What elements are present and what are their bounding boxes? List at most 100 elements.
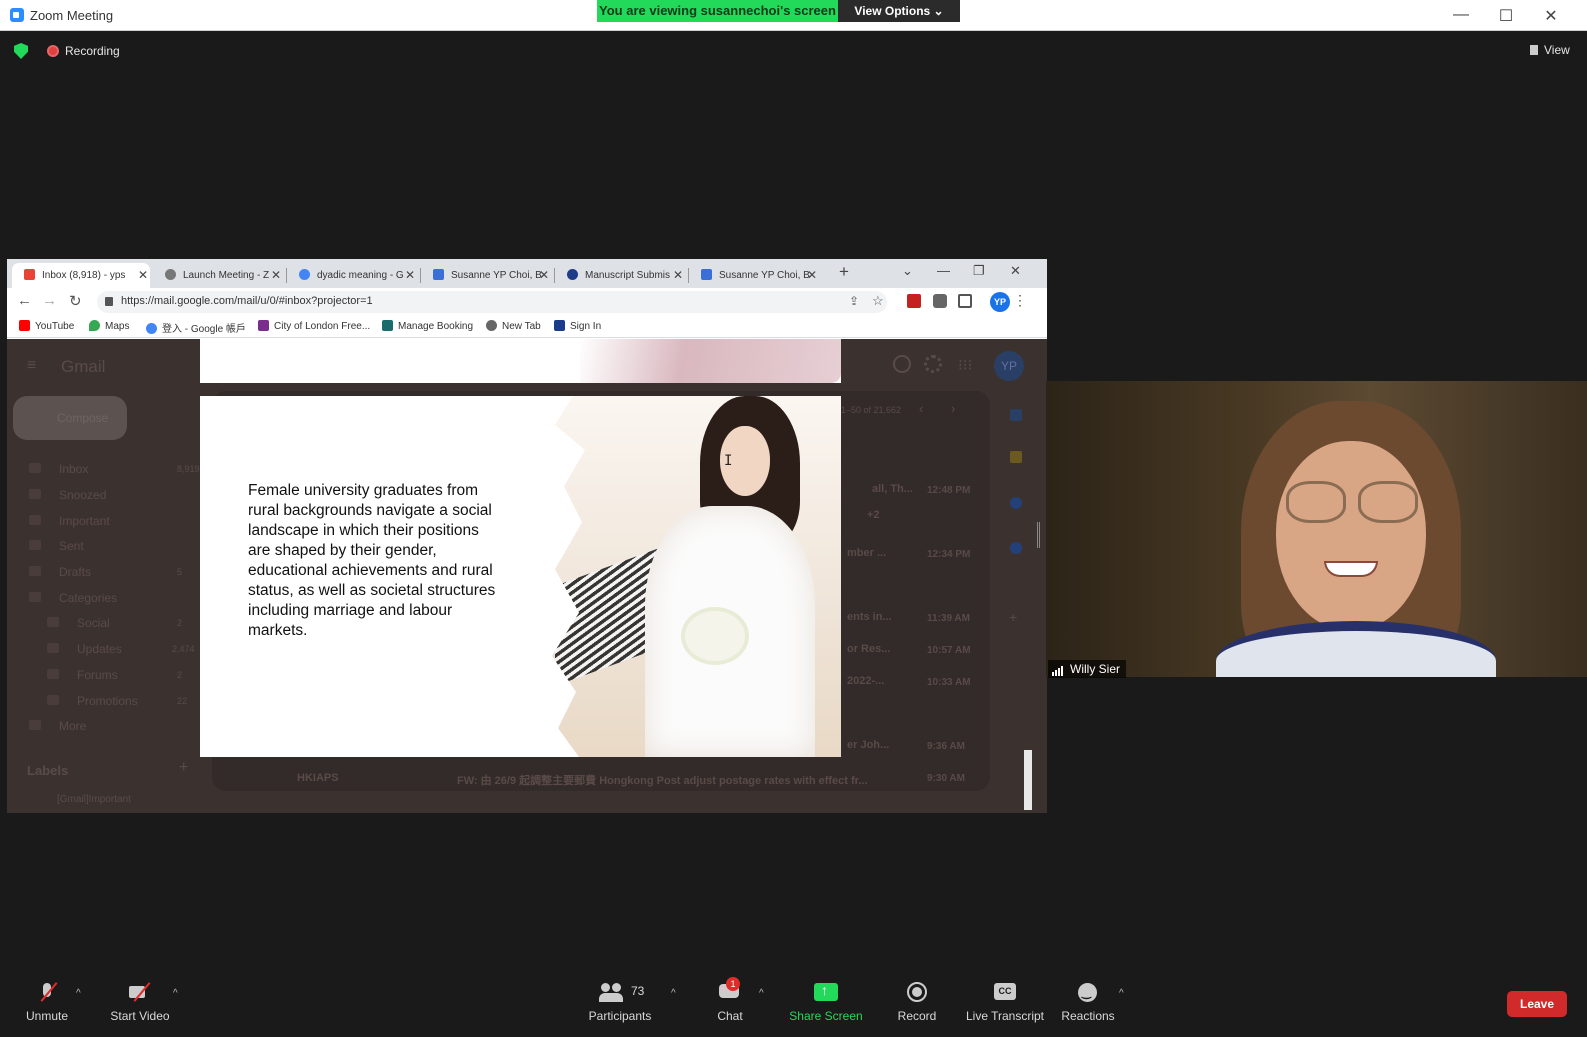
bookmark-youtube[interactable]: YouTube [19,320,74,332]
gmail-nav-inbox[interactable]: Inbox [29,462,88,476]
browser-tab-manuscript[interactable]: Manuscript Submis ✕ [557,263,685,288]
side-panel-icon[interactable] [958,294,972,308]
browser-tab-susanne-1[interactable]: Susanne YP Choi, B ✕ [423,263,551,288]
tab-label: Susanne YP Choi, B [451,270,542,281]
participants-button[interactable]: Participants [585,981,655,1023]
browser-restore-icon[interactable]: ❐ [973,263,985,279]
settings-gear-icon[interactable] [924,355,942,373]
label-icon [29,592,41,602]
gmail-nav-important[interactable]: Important [29,514,110,528]
browser-tab-susanne-2[interactable]: Susanne YP Choi, B ✕ [691,263,819,288]
maximize-icon[interactable]: ☐ [1491,6,1521,26]
contacts-sidepanel-icon[interactable] [1010,542,1022,554]
forward-arrow-icon[interactable]: → [42,292,57,309]
compose-button[interactable]: Compose [13,396,127,440]
leave-button[interactable]: Leave [1507,991,1567,1017]
browser-close-icon[interactable]: ✕ [1010,263,1021,279]
bookmark-star-icon[interactable]: ☆ [872,293,884,309]
prev-page-icon[interactable]: ‹ [919,401,923,416]
gmail-nav-forums[interactable]: Forums [47,668,118,682]
participants-caret-icon[interactable]: ^ [671,988,676,999]
calendar-sidepanel-icon[interactable] [1010,409,1022,421]
acrobat-extension-icon[interactable] [907,294,921,308]
lock-icon [105,297,113,306]
browser-tab-inbox[interactable]: Inbox (8,918) - yps ✕ [12,263,150,288]
tab-close-icon[interactable]: ✕ [539,263,549,288]
apps-grid-icon[interactable]: ⁝⁝⁝ [958,356,972,374]
gmail-nav-social[interactable]: Social [47,616,110,630]
tasks-sidepanel-icon[interactable] [1010,497,1022,509]
window-title: Zoom Meeting [30,8,114,23]
minimize-icon[interactable]: — [1446,6,1476,24]
share-screen-label: Share Screen [789,1009,863,1023]
reactions-caret-icon[interactable]: ^ [1119,988,1124,999]
view-splitter-handle[interactable] [1037,522,1040,548]
browser-tab-dyadic[interactable]: dyadic meaning - G ✕ [289,263,417,288]
gmail-nav-more[interactable]: More [29,719,86,733]
back-arrow-icon[interactable]: ← [17,292,32,309]
participant-video[interactable] [1046,381,1587,677]
gmail-account-avatar[interactable]: YP [994,351,1024,381]
security-shield-icon[interactable] [14,43,28,59]
gmail-nav-updates[interactable]: Updates [47,642,122,656]
nav-label: Social [77,616,110,630]
chrome-menu-icon[interactable]: ⋮ [1013,292,1027,309]
tab-search-chevron-icon[interactable]: ⌄ [902,263,913,279]
new-tab-plus-icon[interactable]: + [839,262,849,282]
view-options-button[interactable]: View Options ⌄ [838,0,960,22]
bookmark-google-account[interactable]: 登入 - Google 帳戶 [146,320,246,335]
nav-count: 22 [177,696,188,706]
viewing-banner: You are viewing susannechoi's screen [597,0,838,22]
bookmark-sign-in[interactable]: Sign In [554,320,601,332]
bookmark-new-tab[interactable]: New Tab [486,320,541,332]
browser-tab-launch-meeting[interactable]: Launch Meeting - Z ✕ [155,263,283,288]
gmail-nav-sent[interactable]: Sent [29,539,84,553]
gmail-nav-snoozed[interactable]: Snoozed [29,488,106,502]
browser-minimize-icon[interactable]: — [937,263,950,278]
snippet: all, Th... [872,483,913,495]
bookmark-city-of-london[interactable]: City of London Free... [258,320,370,332]
tab-close-icon[interactable]: ✕ [807,263,817,288]
share-screen-button[interactable]: Share Screen [787,981,865,1023]
reload-icon[interactable]: ↻ [69,292,82,310]
browser-scrollbar[interactable] [1024,750,1032,810]
address-bar[interactable]: https://mail.google.com/mail/u/0/#inbox?… [97,291,887,313]
help-icon[interactable] [893,355,911,373]
next-page-icon[interactable]: › [951,401,955,416]
unmute-button[interactable]: Unmute [22,981,72,1023]
tab-close-icon[interactable]: ✕ [405,263,415,288]
gmail-nav-promotions[interactable]: Promotions [47,694,138,708]
bookmark-manage-booking[interactable]: Manage Booking [382,320,473,332]
hamburger-menu-icon[interactable]: ≡ [27,357,36,375]
reactions-label: Reactions [1061,1009,1115,1023]
live-transcript-button[interactable]: Live Transcript [961,981,1049,1023]
record-button[interactable]: Record [893,981,941,1023]
sign-in-icon [554,320,565,331]
share-page-icon[interactable]: ⇪ [849,294,859,308]
video-face [1276,441,1426,631]
audio-options-caret-icon[interactable]: ^ [76,988,81,999]
label-item[interactable]: [Gmail]Important [57,794,131,805]
dropbox-icon [433,269,444,280]
keep-sidepanel-icon[interactable] [1010,451,1022,463]
chat-caret-icon[interactable]: ^ [759,988,764,999]
email-subject[interactable]: FW: 由 26/9 起調整主要郵費 Hongkong Post adjust … [457,772,868,788]
email-time: 11:39 AM [927,613,970,624]
email-sender[interactable]: HKIAPS [297,772,339,784]
tab-close-icon[interactable]: ✕ [673,263,683,288]
start-video-button[interactable]: Start Video [106,981,174,1023]
recording-label[interactable]: Recording [65,44,120,58]
extensions-puzzle-icon[interactable] [933,294,947,308]
close-icon[interactable]: ✕ [1536,6,1566,26]
add-label-plus-icon[interactable]: + [179,759,188,777]
gmail-nav-categories[interactable]: Categories [29,591,117,605]
reactions-button[interactable]: Reactions [1060,981,1116,1023]
gmail-nav-drafts[interactable]: Drafts [29,565,91,579]
bookmark-maps[interactable]: Maps [89,320,129,332]
tab-close-icon[interactable]: ✕ [138,263,148,288]
tab-close-icon[interactable]: ✕ [271,263,281,288]
add-addon-plus-icon[interactable]: + [1009,609,1017,625]
view-button[interactable]: View [1530,43,1570,57]
profile-avatar[interactable]: YP [990,292,1010,312]
video-options-caret-icon[interactable]: ^ [173,988,178,999]
